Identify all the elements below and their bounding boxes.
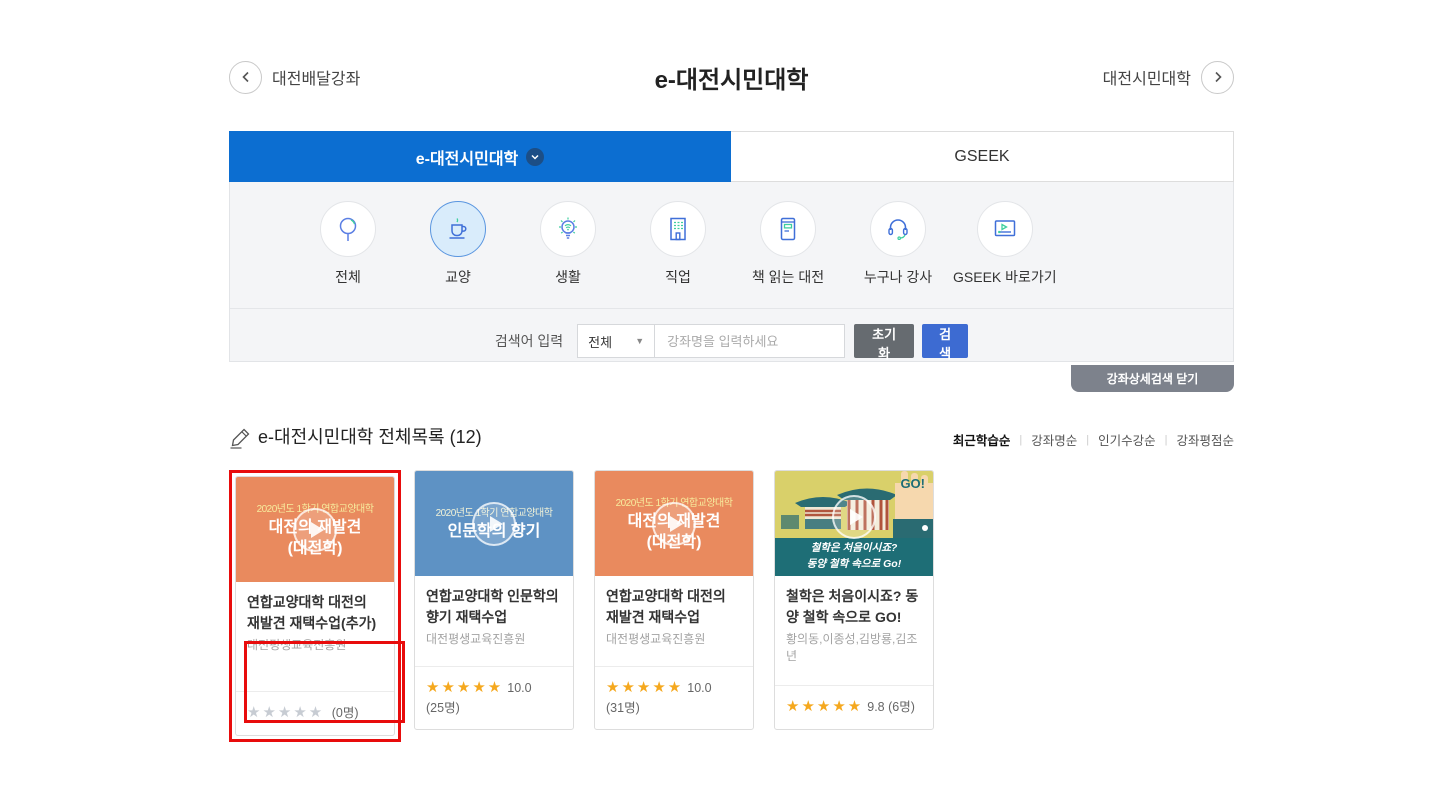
category-book-reading-daejeon[interactable]: 책 읽는 대전 (733, 201, 843, 287)
course-title[interactable]: 연합교양대학 대전의 재발견 재택수업 (606, 586, 742, 628)
next-arrow-button[interactable] (1201, 61, 1234, 94)
building-icon (664, 215, 692, 243)
course-provider: 대전평생교육진흥원 (426, 631, 562, 648)
sort-separator: | (1165, 434, 1168, 446)
tab-e-daejeon[interactable]: e-대전시민대학 (229, 131, 731, 182)
course-title[interactable]: 연합교양대학 대전의 재발견 재택수업(추가) (247, 592, 383, 634)
play-icon[interactable] (832, 495, 876, 539)
course-group-nav: 대전배달강좌 e-대전시민대학 대전시민대학 (229, 60, 1234, 94)
course-provider: 황의동,이종성,김방룡,김조년 (786, 631, 922, 665)
course-thumbnail: 2020년도 1학기 연합교양대학 인문학의 향기 (415, 471, 573, 576)
list-title: e-대전시민대학 전체목록 (12) (258, 423, 482, 449)
sort-separator: | (1086, 434, 1089, 446)
course-card-3[interactable]: 2020년도 1학기 연합교양대학 대전의 재발견 (대전학) 연합교양대학 대… (594, 470, 754, 730)
rating-row: ★★★★★ 10.0 (31명) (595, 666, 753, 729)
chevron-right-icon (1212, 71, 1224, 83)
search-row: 검색어 입력 전체 ▼ 초기화 검색 (230, 324, 1233, 358)
rating-row: ★★★★★ 9.8 (6명) (775, 685, 933, 730)
course-filter-panel: 전체 교양 (229, 182, 1234, 362)
sort-rating[interactable]: 강좌평점순 (1176, 430, 1234, 449)
rating-count: (6명) (888, 700, 915, 714)
category-label: 직업 (665, 267, 691, 287)
tab-gseek[interactable]: GSEEK (731, 131, 1234, 182)
course-list-header: e-대전시민대학 전체목록 (12) 최근학습순 | 강좌명순 | 인기수강순 … (229, 423, 1234, 449)
course-title[interactable]: 연합교양대학 인문학의 향기 재택수업 (426, 586, 562, 628)
next-group: 대전시민대학 (1103, 61, 1234, 94)
category-label: GSEEK 바로가기 (953, 267, 1057, 287)
category-row: 전체 교양 (230, 201, 1233, 287)
category-label: 생활 (555, 267, 581, 287)
sort-options: 최근학습순 | 강좌명순 | 인기수강순 | 강좌평점순 (953, 430, 1234, 449)
play-icon[interactable] (472, 502, 516, 546)
category-label: 전체 (335, 267, 361, 287)
star-rating-icon: ★★★★★ (247, 704, 324, 721)
rating-count: (25명) (426, 701, 460, 715)
pencil-icon (229, 427, 251, 449)
star-rating-icon: ★★★★★ (786, 698, 863, 715)
sort-recent-learning[interactable]: 최근학습순 (953, 430, 1011, 449)
course-thumbnail: GO! 철학은 처음이시죠? 동양 철학 속으로 Go! (775, 471, 933, 576)
tab-gseek-label: GSEEK (954, 148, 1009, 166)
star-rating-icon: ★★★★★ (606, 679, 683, 696)
category-label: 누구나 강사 (864, 267, 932, 287)
sort-course-name[interactable]: 강좌명순 (1031, 430, 1077, 449)
page-title: e-대전시민대학 (229, 60, 1234, 95)
banner-line-2: 동양 철학 속으로 Go! (807, 557, 901, 573)
rating-score: 9.8 (867, 700, 884, 714)
course-card-4[interactable]: GO! 철학은 처음이시죠? 동양 철학 속으로 Go! 철학은 처음이시죠? … (774, 470, 934, 730)
next-group-label[interactable]: 대전시민대학 (1103, 65, 1191, 89)
course-thumbnail: 2020년도 1학기 연합교양대학 대전의 재발견 (대전학) (595, 471, 753, 576)
category-anyone-instructor[interactable]: 누구나 강사 (843, 201, 953, 287)
banner-line-1: 철학은 처음이시죠? (811, 541, 898, 557)
filter-divider (230, 308, 1233, 309)
lightbulb-icon (554, 215, 582, 243)
headset-icon (884, 215, 912, 243)
course-card-grid: 2020년도 1학기 연합교양대학 대전의 재발견 (대전학) 연합교양대학 대… (229, 470, 1234, 742)
category-gseek-shortcut[interactable]: GSEEK 바로가기 (953, 201, 1057, 287)
sort-separator: | (1019, 434, 1022, 446)
rating-score: 10.0 (687, 681, 711, 695)
rating-row: ★★★★★ (0명) (236, 691, 394, 736)
rating-row: ★★★★★ 10.0 (25명) (415, 666, 573, 729)
course-thumbnail: 2020년도 1학기 연합교양대학 대전의 재발견 (대전학) (236, 477, 394, 582)
play-icon[interactable] (652, 502, 696, 546)
thumbnail-banner: 철학은 처음이시죠? 동양 철학 속으로 Go! (775, 538, 933, 576)
search-scope-value: 전체 (588, 332, 612, 351)
coffee-cup-icon (444, 215, 472, 243)
rating-score: 10.0 (507, 681, 531, 695)
video-player-icon (991, 215, 1019, 243)
category-all[interactable]: 전체 (293, 201, 403, 287)
course-card-2[interactable]: 2020년도 1학기 연합교양대학 인문학의 향기 연합교양대학 인문학의 향기… (414, 470, 574, 730)
category-label: 교양 (445, 267, 471, 287)
tab-e-daejeon-label: e-대전시민대학 (416, 145, 519, 169)
course-card-1[interactable]: 2020년도 1학기 연합교양대학 대전의 재발견 (대전학) 연합교양대학 대… (235, 476, 395, 736)
search-label: 검색어 입력 (495, 331, 563, 351)
search-scope-select[interactable]: 전체 ▼ (577, 324, 655, 358)
main-content: 대전배달강좌 e-대전시민대학 대전시민대학 e-대전시민대학 GSEEK (229, 60, 1234, 742)
book-icon (774, 215, 802, 243)
search-input[interactable] (655, 324, 845, 358)
detail-search-close-row: 강좌상세검색 닫기 (229, 362, 1234, 392)
hand-mirror-icon (334, 215, 362, 243)
category-life[interactable]: 생활 (513, 201, 623, 287)
play-icon[interactable] (293, 508, 337, 552)
search-button[interactable]: 검색 (922, 324, 968, 358)
rating-count: (31명) (606, 701, 640, 715)
go-text: GO! (900, 476, 925, 491)
course-provider: 대전평생교육진흥원 (606, 631, 742, 648)
annotation-red-outline: 2020년도 1학기 연합교양대학 대전의 재발견 (대전학) 연합교양대학 대… (229, 470, 401, 742)
course-provider: 대전평생교육진흥원 (247, 637, 383, 654)
star-rating-icon: ★★★★★ (426, 679, 503, 696)
chevron-down-icon[interactable] (526, 148, 544, 166)
rating-count: (0명) (332, 706, 359, 720)
course-title[interactable]: 철학은 처음이시죠? 동양 철학 속으로 GO! (786, 586, 922, 628)
provider-tabbar: e-대전시민대학 GSEEK (229, 131, 1234, 182)
category-job[interactable]: 직업 (623, 201, 733, 287)
sort-popularity[interactable]: 인기수강순 (1098, 430, 1156, 449)
category-liberal-arts[interactable]: 교양 (403, 201, 513, 287)
category-label: 책 읽는 대전 (752, 267, 824, 287)
reset-button[interactable]: 초기화 (854, 324, 914, 358)
select-caret-icon: ▼ (635, 336, 644, 346)
detail-search-close-button[interactable]: 강좌상세검색 닫기 (1071, 365, 1234, 392)
